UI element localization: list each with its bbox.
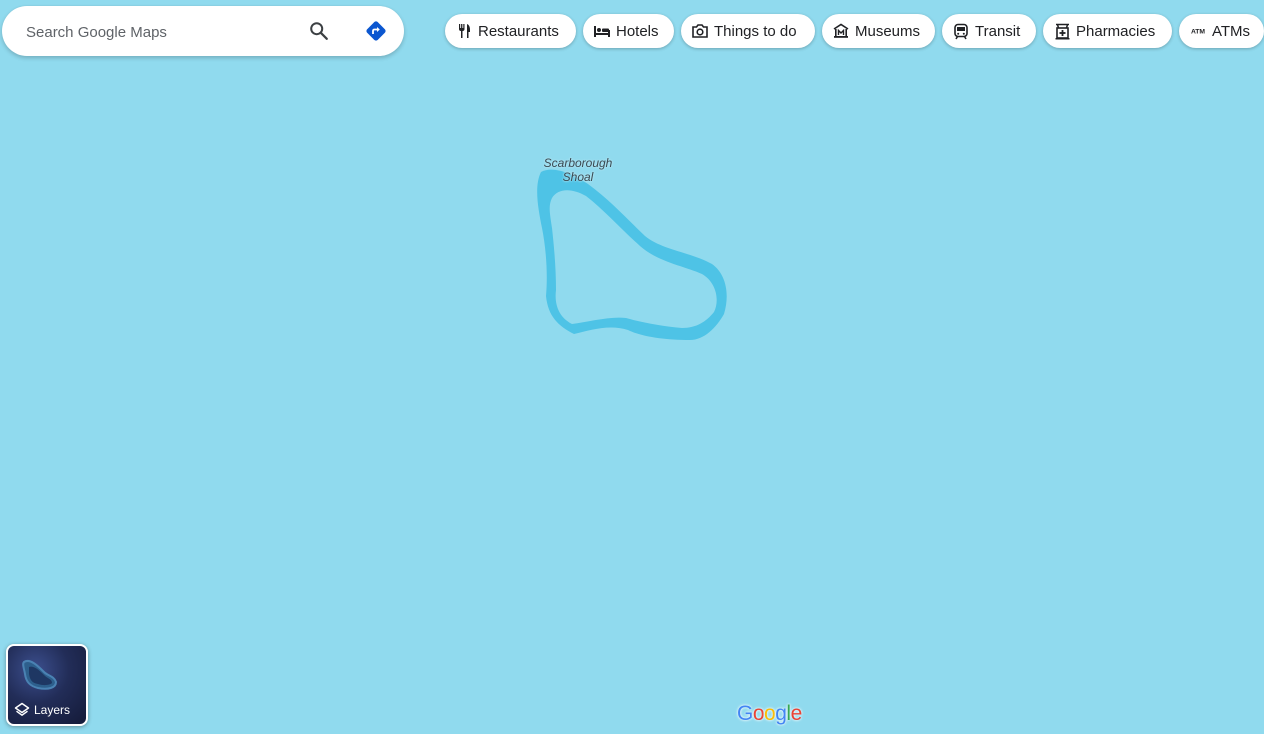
category-label: Things to do xyxy=(714,22,797,40)
category-chip-atms[interactable]: ATM ATMs xyxy=(1179,14,1264,48)
pharmacy-icon xyxy=(1053,22,1071,40)
category-chip-transit[interactable]: Transit xyxy=(942,14,1036,48)
category-label: ATMs xyxy=(1212,22,1251,40)
category-label: Transit xyxy=(975,22,1021,40)
hotel-icon xyxy=(593,22,611,40)
logo-letter: g xyxy=(775,702,787,725)
transit-icon xyxy=(952,22,970,40)
category-label: Restaurants xyxy=(478,22,559,40)
logo-letter: e xyxy=(790,702,803,725)
search-button[interactable] xyxy=(304,17,334,45)
map-canvas[interactable]: Scarborough Shoal xyxy=(0,0,1264,734)
layers-button[interactable]: Layers xyxy=(6,644,88,726)
category-label: Museums xyxy=(855,22,921,40)
museum-icon xyxy=(832,22,850,40)
category-chip-things-to-do[interactable]: Things to do xyxy=(681,14,815,48)
category-chip-restaurants[interactable]: Restaurants xyxy=(445,14,576,48)
google-logo: Google xyxy=(737,702,802,726)
search-icon xyxy=(310,22,328,40)
place-label-scarborough-shoal[interactable]: Scarborough Shoal xyxy=(528,156,628,184)
atm-icon: ATM xyxy=(1189,22,1207,40)
map-features xyxy=(537,169,727,340)
layers-icon xyxy=(14,702,30,716)
search-box xyxy=(2,6,404,56)
logo-letter: G xyxy=(737,702,753,725)
category-label: Hotels xyxy=(616,22,659,40)
logo-letter: o xyxy=(764,702,776,725)
restaurant-icon xyxy=(455,22,473,40)
directions-button[interactable] xyxy=(360,17,392,45)
place-label-line2: Shoal xyxy=(562,170,594,184)
category-label: Pharmacies xyxy=(1076,22,1156,40)
place-label-line1: Scarborough xyxy=(543,156,613,170)
layers-label: Layers xyxy=(34,703,71,717)
search-input[interactable] xyxy=(24,18,298,46)
reef-outline xyxy=(537,169,727,340)
layers-caption: Layers xyxy=(14,702,70,718)
svg-text:ATM: ATM xyxy=(1191,29,1205,36)
category-chip-pharmacies[interactable]: Pharmacies xyxy=(1043,14,1172,48)
category-chip-hotels[interactable]: Hotels xyxy=(583,14,674,48)
category-chip-museums[interactable]: Museums xyxy=(822,14,935,48)
directions-icon xyxy=(366,21,386,41)
logo-letter: o xyxy=(752,702,765,725)
camera-icon xyxy=(691,22,709,40)
